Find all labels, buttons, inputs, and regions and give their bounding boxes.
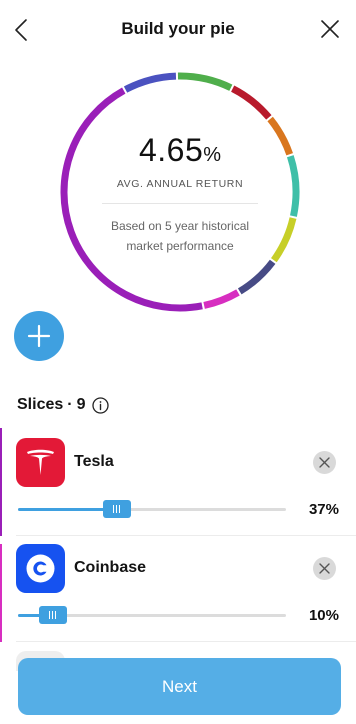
donut-segment	[123, 72, 177, 93]
close-icon	[321, 20, 339, 38]
slices-label: Slices	[17, 396, 64, 413]
slices-separator: ·	[67, 396, 73, 413]
slice-name: Coinbase	[74, 559, 147, 576]
donut-chart	[60, 72, 300, 312]
donut-segment	[270, 217, 297, 263]
next-button[interactable]: Next	[18, 658, 341, 715]
tesla-logo	[16, 438, 65, 487]
pie-donut: 4.65% AVG. ANNUAL RETURN Based on 5 year…	[58, 70, 302, 314]
allocation-percent: 37%	[308, 501, 339, 518]
page-title: Build your pie	[121, 19, 235, 38]
allocation-slider-track[interactable]	[18, 606, 286, 624]
plus-icon	[27, 324, 51, 348]
return-unit: %	[203, 144, 222, 166]
divider	[16, 535, 356, 536]
return-number: 4.65	[138, 132, 204, 168]
add-slice-button[interactable]	[14, 311, 64, 361]
info-icon[interactable]	[91, 396, 109, 414]
slices-header: Slices · 9	[17, 395, 109, 415]
slice-color-accent	[0, 544, 2, 642]
avg-return-label: AVG. ANNUAL RETURN	[116, 178, 244, 190]
header: Build your pie	[0, 0, 356, 60]
coinbase-logo	[16, 544, 65, 593]
close-icon	[319, 457, 330, 468]
remove-slice-button[interactable]	[313, 451, 336, 474]
close-icon	[319, 563, 330, 574]
allocation-slider-track[interactable]	[18, 500, 286, 518]
allocation-slider-thumb[interactable]	[103, 500, 132, 518]
build-pie-screen: Build your pie 4.65% AVG. ANNUAL RETURN …	[0, 0, 356, 724]
donut-segment	[203, 289, 240, 309]
slice-name: Tesla	[74, 453, 114, 470]
slice-color-accent	[0, 428, 2, 536]
donut-segment	[237, 259, 276, 295]
tesla-t-icon	[27, 449, 54, 475]
slice-item-coinbase: Coinbase 10%	[0, 544, 356, 642]
basis-line-2: market performance	[126, 239, 234, 253]
donut-segment	[177, 72, 233, 91]
basis-line-1: Based on 5 year historical	[110, 219, 250, 233]
divider	[16, 641, 356, 642]
coinbase-c-icon	[26, 554, 55, 583]
basis-text: Based on 5 year historical market perfor…	[90, 216, 270, 256]
slices-count: 9	[76, 396, 86, 413]
allocation-slider-thumb[interactable]	[38, 606, 67, 624]
avg-return-value: 4.65%	[58, 132, 302, 169]
divider	[102, 203, 258, 204]
slice-item-tesla: Tesla 37%	[0, 428, 356, 536]
donut-segment	[60, 87, 203, 312]
remove-slice-button[interactable]	[313, 557, 336, 580]
close-button[interactable]	[318, 17, 342, 41]
donut-segment	[231, 85, 272, 120]
allocation-percent: 10%	[308, 607, 339, 624]
